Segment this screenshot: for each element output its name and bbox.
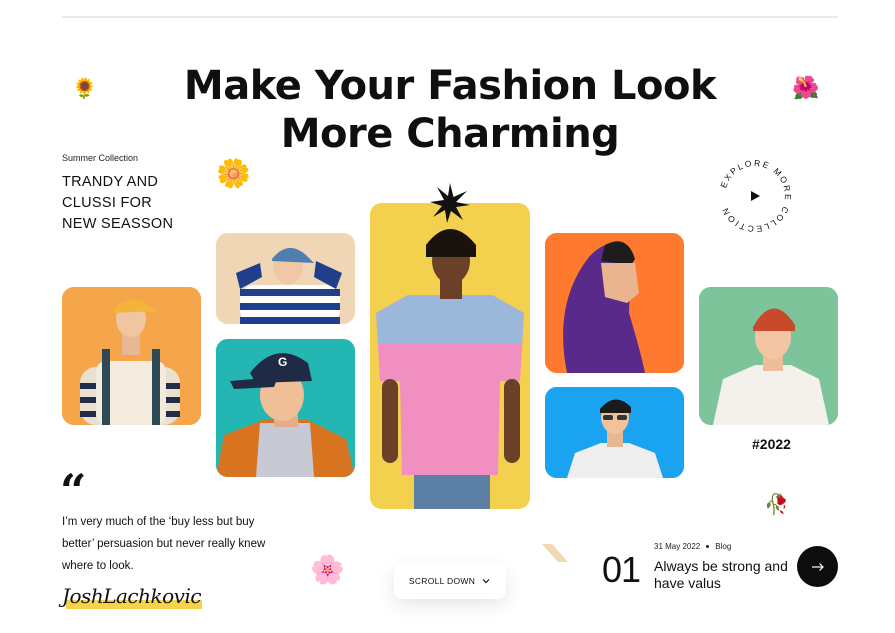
arrow-right-icon bbox=[811, 562, 824, 571]
model-glasses-card[interactable] bbox=[545, 387, 684, 478]
star-burst-icon bbox=[430, 183, 470, 223]
model-navy-cap-card[interactable]: G bbox=[216, 339, 355, 477]
decorative-stripe bbox=[542, 544, 568, 562]
scroll-down-label: SCROLL DOWN bbox=[408, 576, 476, 586]
sunflower-icon: 🌻 bbox=[72, 76, 97, 100]
model-yellow-cap-card[interactable] bbox=[62, 287, 201, 425]
hero-title-line-2: More Charming bbox=[280, 111, 620, 157]
play-icon bbox=[751, 191, 760, 201]
signature: JoshLachkovic bbox=[62, 584, 202, 608]
wilted-flower-icon: 🥀 bbox=[764, 492, 789, 516]
scroll-down-button[interactable]: SCROLL DOWN bbox=[394, 563, 506, 599]
model-yellow-cap-image bbox=[62, 287, 201, 425]
year-tag: #2022 bbox=[752, 436, 791, 452]
next-post-button[interactable] bbox=[797, 546, 838, 587]
collection-heading-line-1: TRANDY AND bbox=[62, 174, 159, 190]
collection-heading-line-3: NEW SEASSON bbox=[62, 216, 174, 232]
svg-text:G: G bbox=[278, 355, 287, 369]
collection-label: Summer Collection bbox=[62, 153, 139, 163]
model-red-beanie-card[interactable] bbox=[699, 287, 838, 425]
model-red-beanie-image bbox=[699, 287, 838, 425]
model-navy-cap-image: G bbox=[216, 339, 355, 477]
quote-icon: “ bbox=[60, 464, 87, 518]
blossom-icon: 🌼 bbox=[216, 157, 251, 190]
hero-title: Make Your Fashion Look More Charming bbox=[150, 62, 750, 158]
model-purple-hoodie-card[interactable] bbox=[545, 233, 684, 373]
model-purple-hoodie-image bbox=[545, 233, 684, 373]
collection-heading: TRANDY AND CLUSSI FOR NEW SEASSON bbox=[62, 172, 212, 235]
post-date: 31 May 2022 bbox=[654, 542, 701, 551]
model-striped-sweater-image bbox=[216, 233, 355, 324]
model-pink-tshirt-card[interactable] bbox=[370, 203, 530, 509]
post-category[interactable]: Blog bbox=[715, 542, 731, 551]
model-glasses-image bbox=[545, 387, 684, 478]
hibiscus-icon: 🌺 bbox=[792, 76, 820, 101]
collection-heading-line-2: CLUSSI FOR bbox=[62, 195, 153, 211]
explore-ring: EXPLORE MORE COLLECTION bbox=[718, 158, 791, 234]
cherry-blossom-icon: 🌸 bbox=[310, 553, 345, 586]
hero-title-line-1: Make Your Fashion Look bbox=[183, 63, 717, 109]
model-pink-tshirt-image bbox=[370, 203, 530, 509]
model-striped-sweater-card[interactable] bbox=[216, 233, 355, 324]
meta-separator bbox=[706, 545, 710, 548]
chevron-down-icon bbox=[482, 579, 490, 584]
explore-more-badge[interactable]: EXPLORE MORE COLLECTION bbox=[715, 156, 795, 236]
post-title[interactable]: Always be strong and have valus bbox=[654, 558, 794, 592]
top-divider bbox=[62, 16, 838, 18]
post-number: 01 bbox=[602, 549, 641, 590]
testimonial-text: I’m very much of the ‘buy less but buy b… bbox=[62, 516, 266, 572]
post-meta: 31 May 2022 Blog bbox=[654, 542, 731, 551]
